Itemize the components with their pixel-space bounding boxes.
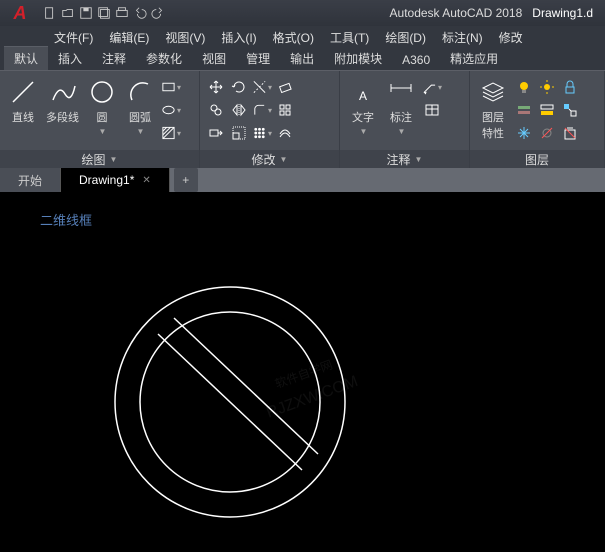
tool-polyline-label: 多段线 bbox=[46, 109, 79, 125]
layer-freeze-icon[interactable] bbox=[514, 123, 534, 143]
panel-draw: 直线 多段线 圆▼ 圆弧▼ ▾ ▾ bbox=[0, 71, 200, 168]
layer-delete-icon[interactable] bbox=[560, 123, 580, 143]
panel-annotate-title[interactable]: 注释▼ bbox=[340, 150, 469, 168]
leader-icon[interactable]: ▾ bbox=[422, 77, 442, 97]
tool-dimension-label: 标注 bbox=[390, 109, 412, 125]
array-icon[interactable]: ▾ bbox=[252, 123, 272, 143]
panel-draw-title[interactable]: 绘图▼ bbox=[0, 150, 199, 168]
redo-icon[interactable] bbox=[150, 5, 166, 21]
ribbon-tab-addins[interactable]: 附加模块 bbox=[324, 47, 392, 70]
tool-dimension[interactable]: 标注▼ bbox=[384, 75, 418, 150]
tool-circle[interactable]: 圆▼ bbox=[85, 75, 119, 150]
tool-line[interactable]: 直线 bbox=[6, 75, 40, 150]
ellipse-icon[interactable]: ▾ bbox=[161, 100, 181, 120]
ribbon-tabs: 默认 插入 注释 参数化 视图 管理 输出 附加模块 A360 精选应用 bbox=[0, 48, 605, 70]
doc-name: Drawing1.d bbox=[532, 6, 593, 20]
plot-icon[interactable] bbox=[114, 5, 130, 21]
dimension-icon bbox=[386, 77, 416, 107]
layer-iso-icon[interactable] bbox=[537, 100, 557, 120]
arc-icon bbox=[125, 77, 155, 107]
panel-layer: 图层 特性 图层 bbox=[470, 71, 605, 168]
tool-text[interactable]: A 文字▼ bbox=[346, 75, 380, 150]
scale-icon[interactable] bbox=[229, 123, 249, 143]
explode-icon[interactable] bbox=[275, 100, 295, 120]
rect-icon[interactable]: ▾ bbox=[161, 77, 181, 97]
ribbon-tab-default[interactable]: 默认 bbox=[4, 46, 48, 70]
layer-state-icon[interactable] bbox=[514, 100, 534, 120]
sun-icon[interactable] bbox=[537, 77, 557, 97]
menu-draw[interactable]: 绘图(D) bbox=[377, 26, 434, 48]
drawing-canvas[interactable]: 二维线框 软件自学网 RJZXW.COM bbox=[0, 192, 605, 552]
move-icon[interactable] bbox=[206, 77, 226, 97]
polyline-icon bbox=[48, 77, 78, 107]
tool-circle-label: 圆 bbox=[97, 109, 108, 125]
bulb-icon[interactable] bbox=[514, 77, 534, 97]
text-icon: A bbox=[348, 77, 378, 107]
ribbon-tab-view[interactable]: 视图 bbox=[192, 47, 236, 70]
ribbon-tab-annotate[interactable]: 注释 bbox=[92, 47, 136, 70]
ribbon-tab-manage[interactable]: 管理 bbox=[236, 47, 280, 70]
tool-polyline[interactable]: 多段线 bbox=[44, 75, 81, 150]
drawing-content bbox=[70, 252, 390, 552]
menu-insert[interactable]: 插入(I) bbox=[213, 26, 264, 48]
tool-layer-label: 图层 特性 bbox=[482, 109, 504, 141]
ribbon-tab-insert[interactable]: 插入 bbox=[48, 47, 92, 70]
menu-format[interactable]: 格式(O) bbox=[265, 26, 322, 48]
circle-icon bbox=[87, 77, 117, 107]
open-icon[interactable] bbox=[60, 5, 76, 21]
menu-edit[interactable]: 编辑(E) bbox=[101, 26, 157, 48]
panel-annotate: A 文字▼ 标注▼ ▾ 注释▼ bbox=[340, 71, 470, 168]
lock-icon[interactable] bbox=[560, 77, 580, 97]
tool-arc-label: 圆弧 bbox=[129, 109, 151, 125]
menu-view[interactable]: 视图(V) bbox=[157, 26, 213, 48]
new-tab-button[interactable]: + bbox=[174, 168, 198, 192]
panel-modify: ▾ ▾ ▾ 修改▼ bbox=[200, 71, 340, 168]
panel-layer-title[interactable]: 图层 bbox=[470, 150, 604, 168]
ribbon: 直线 多段线 圆▼ 圆弧▼ ▾ ▾ bbox=[0, 70, 605, 168]
viewport-style-label[interactable]: 二维线框 bbox=[40, 210, 92, 229]
app-logo[interactable]: A bbox=[4, 2, 36, 24]
tool-arc[interactable]: 圆弧▼ bbox=[123, 75, 157, 150]
table-icon[interactable] bbox=[422, 100, 442, 120]
svg-text:A: A bbox=[359, 89, 367, 103]
save-icon[interactable] bbox=[78, 5, 94, 21]
fillet-icon[interactable]: ▾ bbox=[252, 100, 272, 120]
tool-text-label: 文字 bbox=[352, 109, 374, 125]
document-tabs: 开始 Drawing1*✕ + bbox=[0, 168, 605, 192]
saveas-icon[interactable] bbox=[96, 5, 112, 21]
tool-line-label: 直线 bbox=[12, 109, 34, 125]
rotate-icon[interactable] bbox=[229, 77, 249, 97]
menu-bar: 文件(F) 编辑(E) 视图(V) 插入(I) 格式(O) 工具(T) 绘图(D… bbox=[0, 26, 605, 48]
trim-icon[interactable]: ▾ bbox=[252, 77, 272, 97]
copy-icon[interactable] bbox=[206, 100, 226, 120]
doc-tab-start[interactable]: 开始 bbox=[0, 168, 61, 192]
close-icon[interactable]: ✕ bbox=[142, 175, 150, 186]
quick-access-toolbar bbox=[42, 5, 166, 21]
panel-modify-title[interactable]: 修改▼ bbox=[200, 150, 339, 168]
hatch-icon[interactable]: ▾ bbox=[161, 123, 181, 143]
ribbon-tab-output[interactable]: 输出 bbox=[280, 47, 324, 70]
layers-icon bbox=[478, 77, 508, 107]
mirror-icon[interactable] bbox=[229, 100, 249, 120]
tool-layer-properties[interactable]: 图层 特性 bbox=[476, 75, 510, 150]
menu-file[interactable]: 文件(F) bbox=[46, 26, 101, 48]
offset-icon[interactable] bbox=[275, 123, 295, 143]
menu-dim[interactable]: 标注(N) bbox=[434, 26, 491, 48]
undo-icon[interactable] bbox=[132, 5, 148, 21]
ribbon-tab-a360[interactable]: A360 bbox=[392, 50, 440, 70]
ribbon-tab-parametric[interactable]: 参数化 bbox=[136, 47, 192, 70]
new-icon[interactable] bbox=[42, 5, 58, 21]
stretch-icon[interactable] bbox=[206, 123, 226, 143]
app-name: Autodesk AutoCAD 2018 bbox=[390, 6, 523, 20]
layer-off-icon[interactable] bbox=[537, 123, 557, 143]
line-icon bbox=[8, 77, 38, 107]
doc-tab-drawing1[interactable]: Drawing1*✕ bbox=[61, 168, 170, 192]
menu-tools[interactable]: 工具(T) bbox=[322, 26, 377, 48]
ribbon-tab-featured[interactable]: 精选应用 bbox=[440, 47, 508, 70]
app-title: Autodesk AutoCAD 2018 Drawing1.d bbox=[390, 6, 597, 20]
title-bar: A Autodesk AutoCAD 2018 Drawing1.d bbox=[0, 0, 605, 26]
menu-modify[interactable]: 修改 bbox=[491, 26, 531, 48]
erase-icon[interactable] bbox=[275, 77, 295, 97]
layer-match-icon[interactable] bbox=[560, 100, 580, 120]
